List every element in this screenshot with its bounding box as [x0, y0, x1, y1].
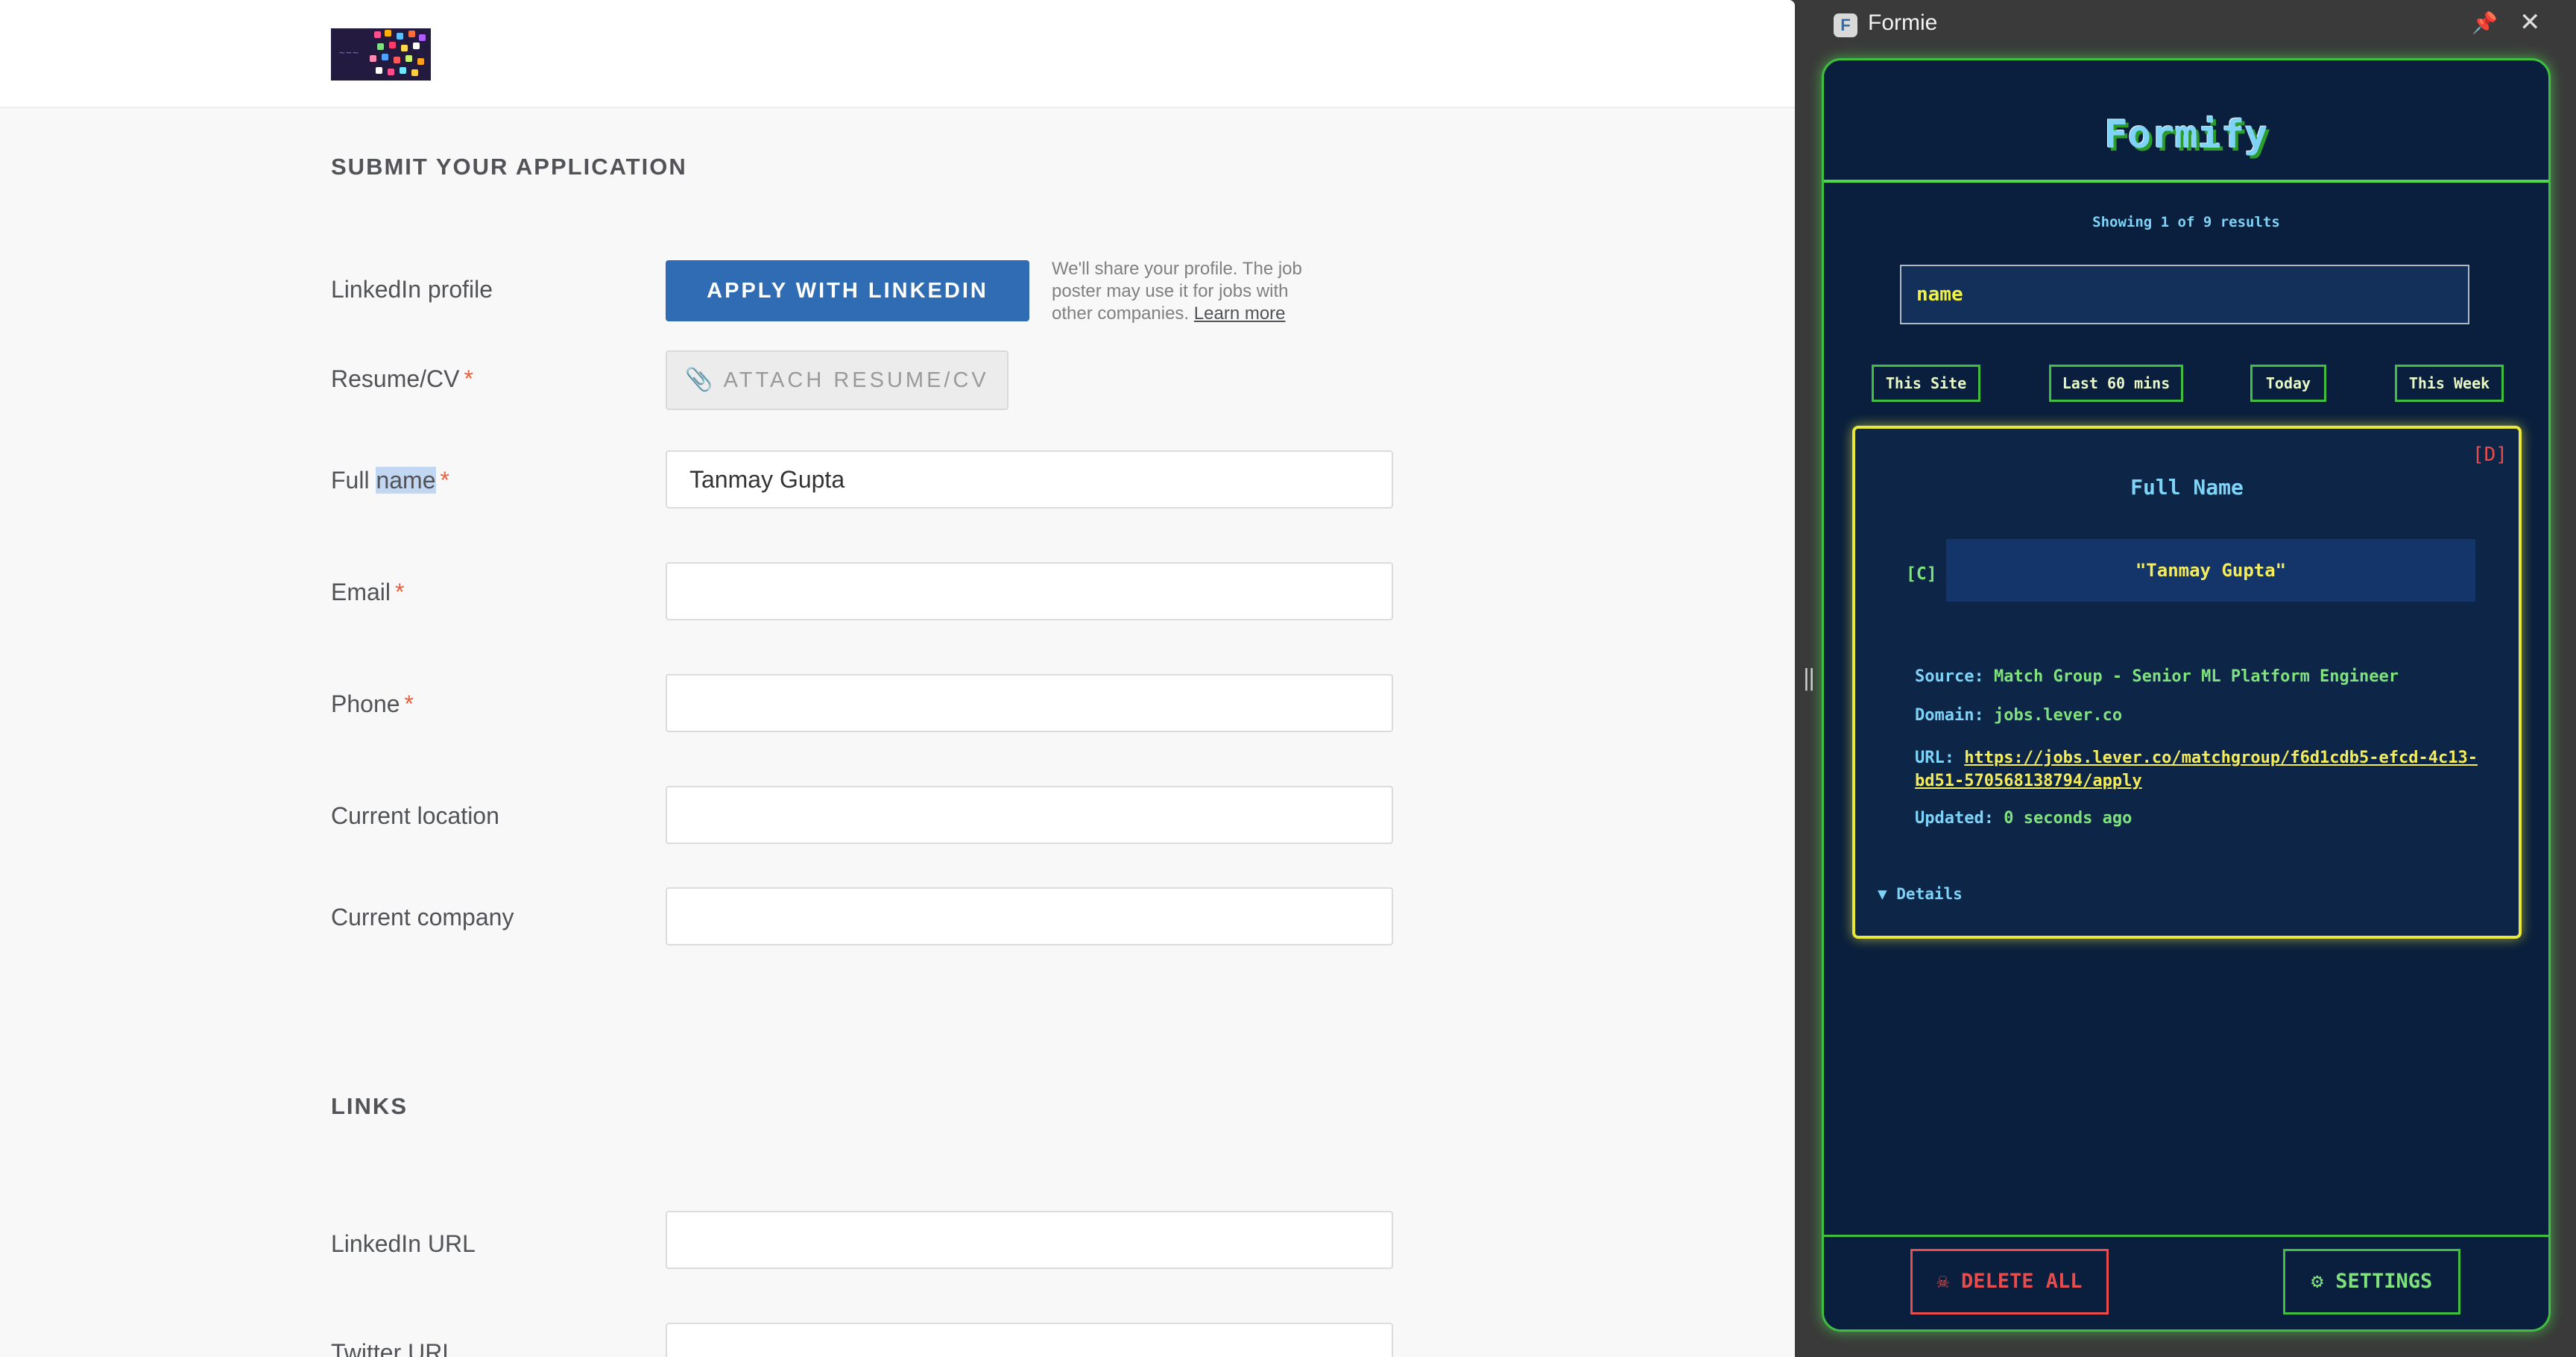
saved-entry-card: [D] Full Name [C] "Tanmay Gupta" Source:… — [1852, 426, 2522, 939]
page-header: ~~~ — [0, 0, 1795, 108]
label-twitter-url: Twitter URL — [331, 1339, 456, 1357]
filter-today-button[interactable]: Today — [2250, 365, 2326, 402]
close-icon[interactable]: ✕ — [2519, 7, 2541, 37]
details-toggle[interactable]: ▼ Details — [1878, 885, 1963, 903]
logo-tile — [376, 67, 382, 74]
email-input[interactable] — [666, 562, 1393, 620]
logo-tile — [400, 67, 406, 74]
logo-tile — [401, 45, 408, 51]
filter-this-site-button[interactable]: This Site — [1872, 365, 1980, 402]
attach-resume-button[interactable]: 📎 ATTACH RESUME/CV — [666, 350, 1008, 410]
entry-updated-value: 0 seconds ago — [2004, 809, 2133, 828]
panel-resize-handle-icon[interactable]: ‖ — [1802, 665, 1816, 695]
required-asterisk: * — [395, 579, 405, 605]
delete-entry-button[interactable]: [D] — [2472, 444, 2507, 466]
logo-tile — [377, 43, 384, 50]
label-phone-text: Phone — [331, 690, 400, 717]
label-email-text: Email — [331, 579, 391, 605]
section-title-application: SUBMIT YOUR APPLICATION — [331, 154, 687, 180]
current-location-input[interactable] — [666, 786, 1393, 844]
label-linkedin-profile: LinkedIn profile — [331, 276, 493, 303]
company-logo[interactable]: ~~~ — [331, 28, 431, 81]
logo-tile — [374, 31, 381, 38]
entry-url-link[interactable]: https://jobs.lever.co/matchgroup/f6d1cdb… — [1915, 749, 2478, 790]
filter-this-week-button[interactable]: This Week — [2395, 365, 2504, 402]
required-asterisk: * — [440, 467, 449, 494]
attach-resume-label: ATTACH RESUME/CV — [723, 368, 989, 392]
label-full-name: Full name * — [331, 467, 449, 494]
application-page: ~~~ SUBMIT YOUR APPLICATION LinkedIn pro… — [0, 0, 1795, 1357]
results-count: Showing 1 of 9 results — [2092, 214, 2280, 230]
entry-updated-label: Updated: — [1915, 809, 1994, 828]
entry-url: URL: https://jobs.lever.co/matchgroup/f6… — [1915, 746, 2481, 793]
logo-tile — [419, 34, 426, 41]
linkedin-url-input[interactable] — [666, 1211, 1393, 1269]
label-email: Email * — [331, 579, 404, 606]
delete-all-button[interactable]: ☠ DELETE ALL — [1910, 1249, 2109, 1315]
filter-last-60-mins-button[interactable]: Last 60 mins — [2049, 365, 2183, 402]
entry-domain-label: Domain: — [1915, 706, 1984, 725]
section-title-links: LINKS — [331, 1093, 408, 1119]
twitter-url-input[interactable] — [666, 1323, 1393, 1357]
entry-value[interactable]: "Tanmay Gupta" — [1946, 539, 2475, 602]
label-resume: Resume/CV * — [331, 365, 473, 393]
label-current-company: Current company — [331, 904, 514, 931]
paperclip-icon: 📎 — [685, 368, 716, 392]
entry-source-label: Source: — [1915, 667, 1984, 686]
logo-tile — [388, 69, 394, 75]
label-current-location: Current location — [331, 802, 499, 829]
logo-tile — [413, 42, 420, 49]
formify-extension-panel: Formify Showing 1 of 9 results name This… — [1822, 58, 2551, 1332]
linkedin-note: We'll share your profile. The job poster… — [1052, 258, 1320, 325]
full-name-input[interactable]: Tanmay Gupta — [666, 450, 1393, 509]
logo-tile — [408, 31, 415, 37]
label-resume-text: Resume/CV — [331, 365, 460, 392]
formify-footer: ☠ DELETE ALL ⚙ SETTINGS — [1824, 1235, 2548, 1329]
label-full-name-highlight: name — [376, 467, 436, 494]
apply-with-linkedin-button[interactable]: APPLY WITH LINKEDIN — [666, 260, 1029, 321]
required-asterisk: * — [464, 365, 473, 392]
settings-button[interactable]: ⚙ SETTINGS — [2283, 1249, 2460, 1315]
label-linkedin-url: LinkedIn URL — [331, 1230, 476, 1257]
entry-field-title: Full Name — [2130, 475, 2244, 500]
logo-tile — [385, 30, 391, 37]
formify-title: Formify — [2104, 113, 2268, 157]
formify-header: Formify — [1824, 60, 2548, 183]
phone-input[interactable] — [666, 674, 1393, 732]
formie-app-icon: F — [1834, 13, 1857, 37]
label-full-name-text: Full — [331, 467, 376, 494]
label-phone: Phone * — [331, 690, 414, 718]
entry-domain-value: jobs.lever.co — [1993, 706, 2123, 725]
logo-tile — [397, 33, 403, 40]
entry-updated: Updated: 0 seconds ago — [1915, 809, 2132, 828]
entry-url-label: URL: — [1915, 749, 1954, 767]
panel-window-title: Formie — [1868, 10, 1938, 35]
logo-tile — [382, 54, 388, 60]
entry-source: Source: Match Group - Senior ML Platform… — [1915, 667, 2399, 686]
logo-tile — [417, 58, 424, 65]
search-input[interactable]: name — [1900, 265, 2469, 324]
copy-entry-button[interactable]: [C] — [1906, 564, 1937, 584]
logo-wordmark: ~~~ — [338, 48, 359, 57]
learn-more-link[interactable]: Learn more — [1194, 303, 1286, 324]
logo-tile — [405, 55, 412, 62]
pin-icon[interactable]: 📌 — [2472, 10, 2498, 35]
current-company-input[interactable] — [666, 887, 1393, 945]
entry-source-value: Match Group - Senior ML Platform Enginee… — [1993, 667, 2399, 686]
logo-tile — [370, 55, 376, 62]
required-asterisk: * — [404, 690, 414, 717]
logo-tile — [411, 69, 418, 76]
logo-tile — [394, 57, 400, 63]
entry-domain: Domain: jobs.lever.co — [1915, 706, 2122, 725]
logo-tile — [389, 42, 396, 48]
